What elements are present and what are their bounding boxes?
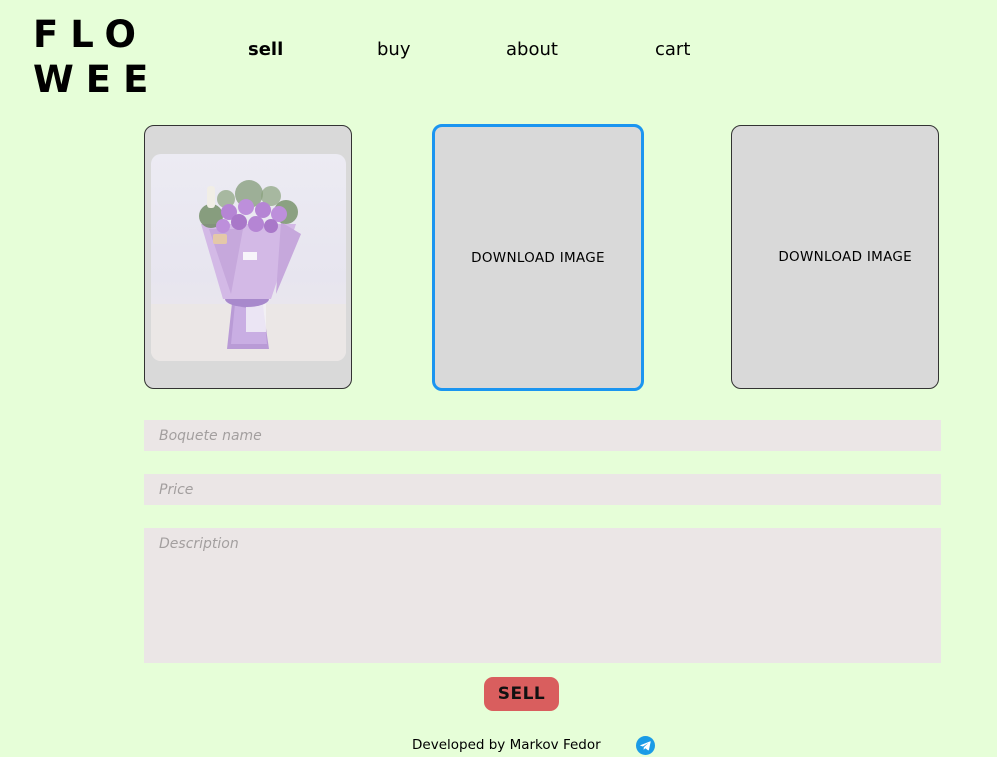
download-image-label: DOWNLOAD IMAGE: [778, 249, 912, 265]
nav-buy[interactable]: buy: [377, 38, 411, 62]
image-slot-1[interactable]: [144, 125, 352, 389]
bouquet-photo: [151, 154, 346, 361]
nav-sell[interactable]: sell: [248, 38, 283, 62]
sell-button[interactable]: SELL: [484, 677, 559, 711]
download-image-label: DOWNLOAD IMAGE: [471, 249, 605, 266]
telegram-icon[interactable]: [636, 736, 655, 755]
description-input[interactable]: [144, 528, 941, 663]
logo: FLO WEE: [33, 12, 160, 102]
image-slot-2[interactable]: DOWNLOAD IMAGE: [432, 124, 644, 391]
image-slot-3[interactable]: DOWNLOAD IMAGE: [731, 125, 939, 389]
logo-line-2: WEE: [33, 58, 161, 101]
price-input[interactable]: [144, 474, 941, 505]
bouquet-name-input[interactable]: [144, 420, 941, 451]
logo-line-1: FLO: [33, 13, 148, 56]
nav-about[interactable]: about: [506, 38, 558, 62]
footer-credit: Developed by Markov Fedor: [412, 737, 601, 753]
nav-cart[interactable]: cart: [655, 38, 690, 62]
